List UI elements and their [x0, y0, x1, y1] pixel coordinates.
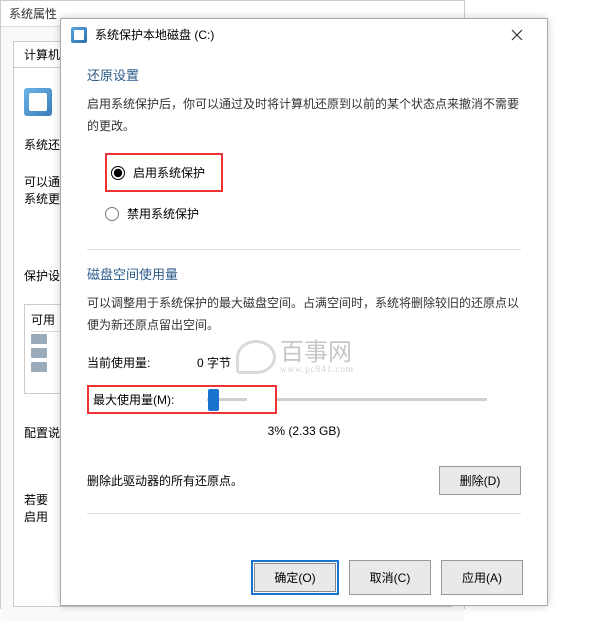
drive-icon [31, 334, 47, 344]
highlight-ok-button: 确定(O) [251, 560, 339, 595]
max-usage-slider[interactable] [207, 398, 247, 401]
parent-bottom2: 启用 [24, 510, 48, 524]
close-button[interactable] [497, 21, 537, 49]
current-usage-label: 当前使用量: [87, 354, 197, 371]
apply-button[interactable]: 应用(A) [441, 560, 523, 595]
radio-disable-protection[interactable] [105, 207, 119, 221]
cancel-button[interactable]: 取消(C) [349, 560, 431, 595]
radio-enable-label[interactable]: 启用系统保护 [133, 164, 205, 181]
drive-icon [31, 362, 47, 372]
restore-settings-heading: 还原设置 [87, 65, 521, 84]
max-usage-label: 最大使用量(M): [93, 391, 203, 408]
shield-icon [24, 88, 52, 116]
divider [87, 513, 521, 514]
dialog-titlebar: 系统保护本地磁盘 (C:) [61, 19, 547, 51]
radio-enable-protection[interactable] [111, 166, 125, 180]
highlight-max-usage: 最大使用量(M): [87, 385, 277, 414]
divider [87, 249, 521, 250]
parent-bottom1: 若要 [24, 493, 48, 507]
slider-value-display: 3% (2.33 GB) [87, 424, 521, 438]
parent-config-label: 配置说 [24, 426, 60, 440]
delete-button[interactable]: 删除(D) [439, 466, 521, 495]
disk-usage-description: 可以调整用于系统保护的最大磁盘空间。占满空间时，系统将删除较旧的还原点以便为新还… [87, 293, 521, 336]
delete-description: 删除此驱动器的所有还原点。 [87, 472, 439, 489]
drive-icon [31, 348, 47, 358]
restore-description: 启用系统保护后，你可以通过及时将计算机还原到以前的某个状态点来撤消不需要的更改。 [87, 94, 521, 137]
highlight-enable-option: 启用系统保护 [105, 153, 223, 192]
parent-title: 系统属性 [9, 5, 57, 22]
drive-icon [71, 27, 87, 43]
disk-usage-heading: 磁盘空间使用量 [87, 264, 521, 283]
parent-hint1: 可以通 [24, 175, 60, 189]
slider-track-extra [277, 398, 487, 401]
current-usage-value: 0 字节 [197, 354, 231, 371]
ok-button[interactable]: 确定(O) [254, 563, 336, 592]
dialog-button-bar: 确定(O) 取消(C) 应用(A) [251, 560, 523, 595]
parent-hint2: 系统更 [24, 192, 60, 206]
system-protection-dialog: 系统保护本地磁盘 (C:) 还原设置 启用系统保护后，你可以通过及时将计算机还原… [60, 18, 548, 606]
radio-disable-label[interactable]: 禁用系统保护 [127, 205, 199, 222]
parent-protect-label: 保护设 [24, 269, 60, 283]
dialog-title: 系统保护本地磁盘 (C:) [95, 26, 497, 43]
